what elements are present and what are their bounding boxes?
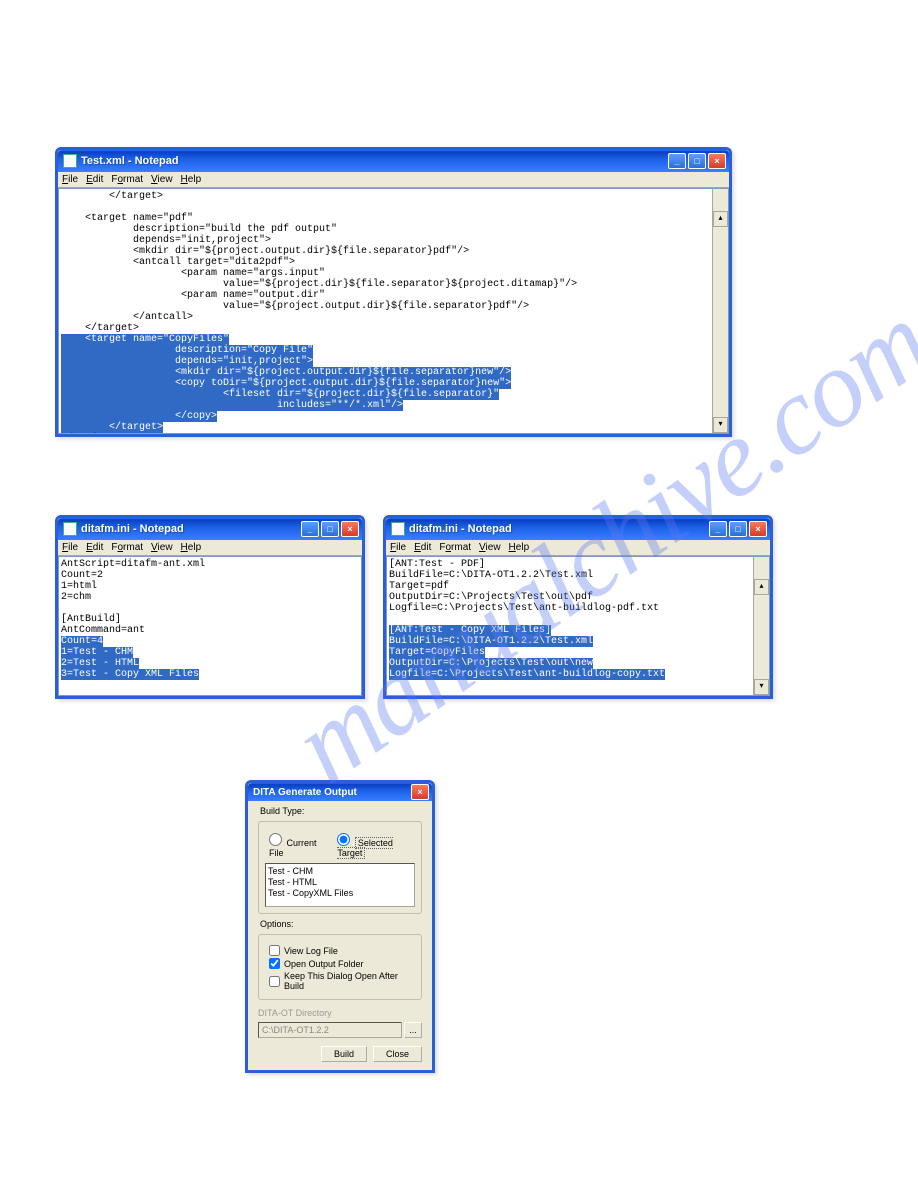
notepad-icon xyxy=(63,522,77,536)
close-button[interactable]: × xyxy=(341,521,359,537)
ditaot-dir-label: DITA-OT Directory xyxy=(258,1008,422,1018)
titlebar[interactable]: ditafm.ini - Notepad _ □ × xyxy=(386,518,770,540)
checkbox-viewlog[interactable] xyxy=(269,945,280,956)
editor-content[interactable]: </target> <target name="pdf" description… xyxy=(58,188,729,434)
maximize-button[interactable]: □ xyxy=(321,521,339,537)
menu-view[interactable]: View xyxy=(151,174,173,185)
window-title: ditafm.ini - Notepad xyxy=(81,523,301,535)
scroll-down-icon[interactable]: ▾ xyxy=(754,679,769,695)
close-dialog-button[interactable]: Close xyxy=(373,1046,422,1062)
scroll-down-icon[interactable]: ▾ xyxy=(713,417,728,433)
build-button[interactable]: Build xyxy=(321,1046,367,1062)
titlebar[interactable]: Test.xml - Notepad _ □ × xyxy=(58,150,729,172)
list-item[interactable]: Test - HTML xyxy=(268,877,412,888)
window-title: ditafm.ini - Notepad xyxy=(409,523,709,535)
minimize-button[interactable]: _ xyxy=(709,521,727,537)
menu-edit[interactable]: Edit xyxy=(86,542,103,553)
build-type-group: Current File Selected Target Test - CHMT… xyxy=(258,821,422,914)
menubar: File Edit Format View Help xyxy=(58,172,729,188)
menu-format[interactable]: Format xyxy=(111,542,143,553)
notepad-window-testxml: Test.xml - Notepad _ □ × File Edit Forma… xyxy=(55,147,732,437)
notepad-icon xyxy=(63,154,77,168)
viewlog-label: View Log File xyxy=(284,946,338,956)
radio-selected-target[interactable]: Selected Target xyxy=(337,833,415,858)
menu-edit[interactable]: Edit xyxy=(86,174,103,185)
menubar: File Edit Format View Help xyxy=(386,540,770,556)
target-listbox[interactable]: Test - CHMTest - HTMLTest - CopyXML File… xyxy=(265,863,415,907)
checkbox-openoutput[interactable] xyxy=(269,958,280,969)
notepad-window-ditafm-right: ditafm.ini - Notepad _ □ × File Edit For… xyxy=(383,515,773,699)
list-item[interactable]: Test - CHM xyxy=(268,866,412,877)
notepad-icon xyxy=(391,522,405,536)
menu-format[interactable]: Format xyxy=(439,542,471,553)
vertical-scrollbar[interactable]: ▴ ▾ xyxy=(753,557,769,695)
close-button[interactable]: × xyxy=(708,153,726,169)
close-button[interactable]: × xyxy=(749,521,767,537)
menu-file[interactable]: File xyxy=(62,174,78,185)
list-item[interactable]: Test - CopyXML Files xyxy=(268,888,412,899)
menu-file[interactable]: File xyxy=(62,542,78,553)
menu-help[interactable]: Help xyxy=(181,542,202,553)
dialog-title: DITA Generate Output xyxy=(253,787,411,798)
menu-view[interactable]: View xyxy=(151,542,173,553)
browse-button[interactable]: ... xyxy=(404,1022,422,1038)
vertical-scrollbar[interactable]: ▴ ▾ xyxy=(712,189,728,433)
window-title: Test.xml - Notepad xyxy=(81,155,668,167)
scroll-up-icon[interactable]: ▴ xyxy=(713,211,728,227)
ditaot-path-input xyxy=(258,1022,402,1038)
close-button[interactable]: × xyxy=(411,784,429,800)
minimize-button[interactable]: _ xyxy=(668,153,686,169)
options-label: Options: xyxy=(258,919,296,929)
openoutput-label: Open Output Folder xyxy=(284,959,364,969)
menubar: File Edit Format View Help xyxy=(58,540,362,556)
titlebar[interactable]: DITA Generate Output × xyxy=(248,783,432,801)
menu-file[interactable]: File xyxy=(390,542,406,553)
build-type-label: Build Type: xyxy=(258,806,306,816)
maximize-button[interactable]: □ xyxy=(729,521,747,537)
titlebar[interactable]: ditafm.ini - Notepad _ □ × xyxy=(58,518,362,540)
menu-format[interactable]: Format xyxy=(111,174,143,185)
options-group: View Log File Open Output Folder Keep Th… xyxy=(258,934,422,1000)
dita-generate-output-dialog: DITA Generate Output × Build Type: Curre… xyxy=(245,780,435,1073)
menu-edit[interactable]: Edit xyxy=(414,542,431,553)
checkbox-keepopen[interactable] xyxy=(269,976,280,987)
scroll-up-icon[interactable]: ▴ xyxy=(754,579,769,595)
radio-current-file[interactable]: Current File xyxy=(269,833,327,858)
editor-content[interactable]: AntScript=ditafm-ant.xml Count=2 1=html … xyxy=(58,556,362,696)
notepad-window-ditafm-left: ditafm.ini - Notepad _ □ × File Edit For… xyxy=(55,515,365,699)
menu-help[interactable]: Help xyxy=(509,542,530,553)
keepopen-label: Keep This Dialog Open After Build xyxy=(284,971,415,991)
menu-help[interactable]: Help xyxy=(181,174,202,185)
menu-view[interactable]: View xyxy=(479,542,501,553)
minimize-button[interactable]: _ xyxy=(301,521,319,537)
maximize-button[interactable]: □ xyxy=(688,153,706,169)
editor-content[interactable]: [ANT:Test - PDF] BuildFile=C:\DITA-OT1.2… xyxy=(386,556,770,696)
